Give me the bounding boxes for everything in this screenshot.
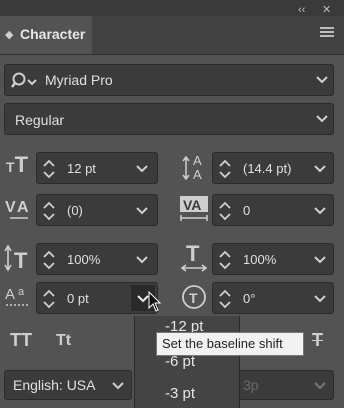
svg-text:VA: VA	[183, 197, 201, 213]
font-size-icon: TT	[6, 152, 29, 177]
vertical-scale-field[interactable]: 100%	[36, 243, 158, 275]
stepper-icon[interactable]	[218, 199, 232, 223]
font-family-select[interactable]: Myriad Pro	[4, 64, 334, 96]
leading-icon: A A	[182, 153, 202, 182]
chevron-down-icon[interactable]	[135, 163, 149, 175]
tab-expand-icon: ◆	[5, 29, 14, 41]
kerning-icon: V A	[5, 199, 29, 219]
chevron-down-icon[interactable]	[313, 205, 327, 217]
tracking-value: 0	[243, 203, 251, 218]
vertical-scale-icon: T	[4, 244, 28, 273]
panel-title: Character	[20, 26, 86, 42]
stepper-icon[interactable]	[42, 287, 56, 311]
baseline-shift-dropdown: -12 pt -6 pt -3 pt	[134, 316, 240, 408]
horizontal-scale-value: 100%	[243, 252, 277, 267]
chevron-down-icon[interactable]	[313, 254, 327, 266]
rotation-value: 0°	[243, 291, 256, 306]
small-caps-button[interactable]: Tt	[56, 332, 71, 350]
anti-aliasing-select[interactable]: 3p	[238, 370, 334, 400]
leading-field[interactable]: (14.4 pt)	[212, 152, 334, 184]
font-search-icon	[11, 72, 37, 88]
horizontal-scale-icon: T	[180, 241, 208, 272]
stepper-icon[interactable]	[218, 157, 232, 181]
kerning-value: (0)	[67, 203, 83, 218]
stepper-icon[interactable]	[42, 199, 56, 223]
chevron-down-icon[interactable]	[135, 254, 149, 266]
svg-text:V: V	[5, 199, 16, 216]
chevron-down-icon[interactable]	[315, 113, 329, 125]
svg-text:A: A	[17, 199, 29, 216]
anti-aliasing-value: 3p	[243, 377, 259, 393]
vertical-scale-value: 100%	[67, 252, 101, 267]
tracking-field[interactable]: 0	[212, 194, 334, 226]
baseline-shift-icon: A a	[5, 286, 30, 306]
font-style-value: Regular	[15, 112, 65, 128]
chevron-down-icon[interactable]	[313, 380, 327, 392]
svg-text:T: T	[186, 241, 200, 266]
panel-titlebar	[0, 0, 344, 16]
chevron-down-icon[interactable]	[135, 205, 149, 217]
stepper-icon[interactable]	[42, 248, 56, 272]
strikethrough-button[interactable]: T	[312, 330, 323, 351]
tab-character[interactable]: ◆ Character	[0, 16, 92, 54]
rotation-field[interactable]: 0°	[212, 282, 334, 314]
character-rotation-icon: T	[182, 285, 206, 309]
font-size-value: 12 pt	[67, 161, 96, 176]
tooltip: Set the baseline shift	[156, 332, 304, 356]
panel-menu-icon[interactable]	[320, 27, 334, 37]
kerning-field[interactable]: (0)	[36, 194, 158, 226]
svg-text:T: T	[14, 248, 28, 273]
baseline-shift-field[interactable]: 0 pt	[36, 282, 158, 314]
stepper-icon[interactable]	[42, 157, 56, 181]
font-size-field[interactable]: 12 pt	[36, 152, 158, 184]
all-caps-button[interactable]: TT	[10, 330, 32, 351]
chevron-down-icon[interactable]	[315, 74, 329, 86]
close-icon: ✕	[322, 4, 332, 16]
chevron-down-icon[interactable]	[313, 163, 327, 175]
stepper-icon[interactable]	[218, 248, 232, 272]
baseline-shift-value: 0 pt	[67, 291, 89, 306]
svg-text:T: T	[189, 290, 198, 306]
horizontal-scale-field[interactable]: 100%	[212, 243, 334, 275]
svg-text:A: A	[193, 153, 202, 168]
language-select[interactable]: English: USA	[4, 370, 132, 400]
font-family-value: Myriad Pro	[45, 72, 113, 88]
collapse-icon: ‹‹	[298, 4, 306, 16]
svg-text:a: a	[18, 286, 25, 298]
mouse-cursor-icon	[148, 291, 162, 312]
leading-value: (14.4 pt)	[243, 161, 292, 176]
chevron-down-icon[interactable]	[313, 293, 327, 305]
svg-text:A: A	[5, 286, 15, 303]
dropdown-option[interactable]: -3 pt	[165, 385, 195, 402]
chevron-down-icon[interactable]	[111, 380, 125, 392]
tracking-icon: VA	[180, 196, 208, 221]
stepper-icon[interactable]	[218, 287, 232, 311]
language-value: English: USA	[13, 377, 96, 393]
font-style-select[interactable]: Regular	[4, 103, 334, 135]
svg-text:A: A	[193, 167, 202, 182]
